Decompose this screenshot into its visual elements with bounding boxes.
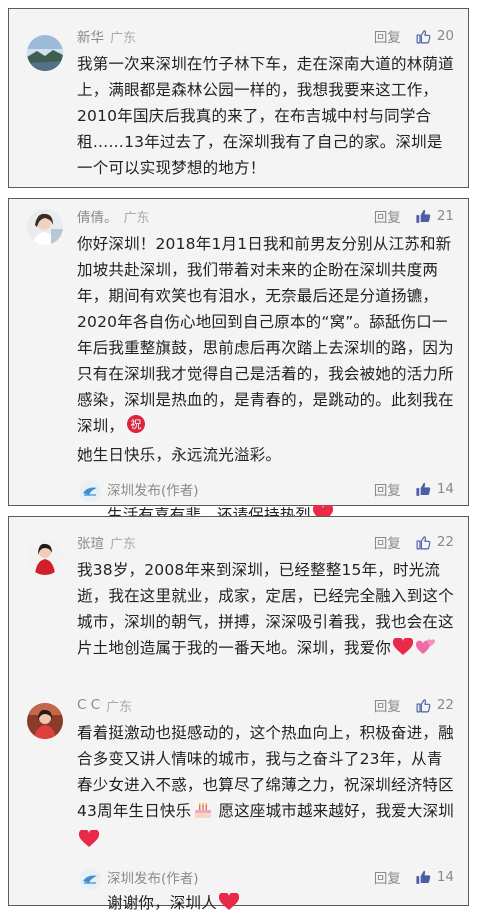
thumbs-up-filled-icon (416, 209, 431, 223)
like-button[interactable]: 14 (415, 869, 454, 886)
like-count: 22 (436, 534, 454, 550)
heart-emoji (218, 891, 240, 919)
like-button[interactable]: 22 (415, 534, 454, 551)
like-count: 14 (436, 481, 454, 497)
reply-button[interactable]: 回复 (374, 206, 401, 226)
comment-text: 你好深圳！2018年1月1日我和前男友分别从江苏和新加坡共赴深圳，我们带着对未来… (77, 231, 454, 468)
heart-emoji (78, 828, 100, 856)
like-count: 14 (436, 869, 454, 885)
commenter-location: 广东 (123, 210, 150, 226)
comment-card-2: 倩倩。 广东 回复 21 你好深圳！2018年1月1日我和前男友分别从江苏和新加… (8, 198, 469, 524)
reply-button[interactable]: 回复 (374, 26, 401, 46)
thumbs-up-outline-icon (416, 535, 431, 549)
like-button[interactable]: 22 (415, 697, 454, 714)
commenter-location: 广东 (110, 30, 137, 46)
reply-text-content: 谢谢你，深圳人 (107, 894, 217, 912)
comment-text-part-2: 愿这座城市越来越好，我爱大深圳 (218, 802, 454, 820)
comment-text: 我38岁，2008年来到深圳，已经整整15年，时光流逝，我在这里就业，成家，定居… (77, 557, 454, 664)
svg-text:祝: 祝 (131, 417, 142, 431)
like-count: 20 (436, 28, 454, 44)
like-button[interactable]: 21 (415, 208, 454, 225)
cake-emoji (193, 801, 213, 827)
comment-text: 我第一次来深圳在竹子林下车，走在深南大道的林荫道上，满眼都是森林公园一样的，我想… (77, 55, 454, 177)
comment-card-1: 新华 广东 回复 20 我第一次来深圳在竹子林下车，走在深南大道的林荫道上，满眼… (8, 8, 469, 188)
reply-button[interactable]: 回复 (374, 532, 401, 552)
reply-button[interactable]: 回复 (374, 479, 401, 499)
thumbs-up-filled-icon (416, 482, 431, 496)
commenter-name[interactable]: 倩倩。 (77, 206, 118, 226)
like-count: 22 (436, 697, 454, 713)
author-reply: 深圳发布(作者) 回复 14 谢谢你，深圳人 (9, 862, 468, 919)
thumbs-up-outline-icon (416, 698, 431, 712)
commenter-name[interactable]: C C (77, 697, 100, 713)
two-hearts-emoji (415, 636, 437, 664)
reply-button[interactable]: 回复 (374, 695, 401, 715)
commenter-location: 广东 (110, 536, 137, 552)
congrats-emoji: 祝 (126, 414, 146, 442)
thumbs-up-outline-icon (416, 29, 431, 43)
heart-emoji (392, 636, 414, 664)
comment-text: 看着挺激动也挺感动的，这个热血向上，积极奋进，融合多变又讲人情味的城市，我与之奋… (77, 720, 454, 856)
commenter-location: 广东 (106, 699, 133, 715)
reply-button[interactable]: 回复 (374, 867, 401, 887)
thumbs-up-filled-icon (416, 870, 431, 884)
comment-text-part-2: 她生日快乐，永远流光溢彩。 (77, 446, 282, 464)
like-count: 21 (436, 208, 454, 224)
reply-author-name[interactable]: 深圳发布(作者) (107, 867, 199, 887)
reply-author-name[interactable]: 深圳发布(作者) (107, 479, 199, 499)
like-button[interactable]: 20 (415, 28, 454, 45)
commenter-name[interactable]: 张瑄 (77, 532, 104, 552)
comment-card-3: 张瑄 广东 回复 22 我38岁，2008年来到深圳，已经整整15年，时光流逝，… (8, 516, 469, 912)
commenter-name[interactable]: 新华 (77, 26, 104, 46)
like-button[interactable]: 14 (415, 481, 454, 498)
comment-text-part-1: 你好深圳！2018年1月1日我和前男友分别从江苏和新加坡共赴深圳，我们带着对未来… (77, 235, 454, 435)
